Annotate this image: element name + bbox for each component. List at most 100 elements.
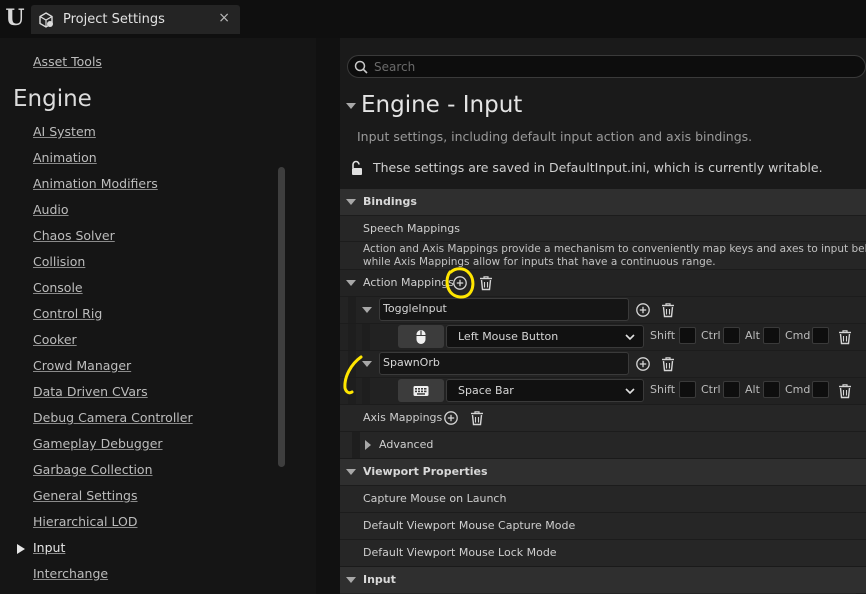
property-label: Advanced (379, 438, 434, 451)
modifier-label: Alt (745, 329, 760, 342)
sidebar-item[interactable]: Data Driven CVars (33, 384, 148, 399)
add-axis-mapping-icon[interactable] (443, 410, 459, 426)
close-icon[interactable]: × (218, 10, 230, 26)
sidebar-item[interactable]: Console (33, 280, 83, 295)
indent-guide (352, 432, 360, 459)
collapse-category-icon[interactable] (346, 199, 356, 205)
key-selector-button[interactable] (398, 379, 444, 402)
key-dropdown[interactable]: Left Mouse Button (446, 325, 644, 348)
modifier-label: Alt (745, 383, 760, 396)
trash-icon[interactable] (837, 383, 853, 399)
action-name-field[interactable] (379, 352, 629, 375)
indent-guide (348, 378, 356, 405)
search-box[interactable] (347, 55, 866, 78)
indent-guide (348, 297, 356, 324)
settings-cube-icon (39, 12, 53, 28)
sidebar-item[interactable]: Garbage Collection (33, 462, 153, 477)
unlock-icon (352, 160, 362, 175)
add-action-mapping-icon[interactable] (452, 275, 468, 291)
trash-icon[interactable] (469, 410, 485, 426)
modifier-label: Shift (650, 383, 676, 396)
shift-checkbox[interactable] (679, 327, 696, 344)
sidebar-item[interactable]: Hierarchical LOD (33, 514, 137, 529)
category-viewport-properties[interactable]: Viewport Properties (340, 458, 866, 485)
property-label: Default Viewport Mouse Lock Mode (363, 546, 557, 559)
sidebar-item[interactable]: Animation Modifiers (33, 176, 158, 191)
trash-icon[interactable] (660, 356, 676, 372)
collapse-category-icon[interactable] (346, 577, 356, 583)
sidebar-item[interactable]: Control Rig (33, 306, 102, 321)
trash-icon[interactable] (478, 275, 494, 291)
alt-checkbox[interactable] (763, 327, 780, 344)
action-name-input[interactable] (383, 302, 613, 315)
unreal-logo: U (5, 5, 25, 31)
sidebar-heading-engine: Engine (13, 86, 92, 112)
search-input[interactable] (374, 58, 854, 75)
collapse-category-icon[interactable] (346, 469, 356, 475)
property-row[interactable]: Capture Mouse on Launch (340, 485, 866, 512)
ctrl-checkbox[interactable] (723, 381, 740, 398)
description-line: while Axis Mappings allow for inputs tha… (363, 256, 716, 268)
panel-splitter[interactable] (316, 38, 340, 594)
sidebar-item[interactable]: Audio (33, 202, 69, 217)
active-item-arrow-icon (17, 544, 25, 554)
selected-key: Left Mouse Button (458, 330, 559, 343)
collapse-action-mappings-icon[interactable] (346, 280, 356, 286)
advanced-row[interactable]: Advanced (340, 431, 866, 459)
add-key-icon[interactable] (635, 356, 651, 372)
property-label: Axis Mappings (363, 411, 443, 424)
ctrl-checkbox[interactable] (723, 327, 740, 344)
action-mappings-row: Action Mappings (340, 269, 866, 296)
action-name-input[interactable] (383, 356, 613, 369)
sidebar-item[interactable]: Crowd Manager (33, 358, 131, 373)
collapse-action-icon[interactable] (362, 361, 372, 367)
indent-guide (362, 378, 370, 405)
collapse-section-icon[interactable] (346, 103, 356, 109)
sidebar-item[interactable]: Cooker (33, 332, 77, 347)
section-title: Engine - Input (361, 92, 523, 118)
alt-checkbox[interactable] (763, 381, 780, 398)
chevron-down-icon (625, 388, 635, 395)
project-settings-tab[interactable]: Project Settings × (31, 5, 240, 34)
sidebar-item[interactable]: Interchange (33, 566, 108, 581)
sidebar-item[interactable]: Animation (33, 150, 97, 165)
trash-icon[interactable] (837, 329, 853, 345)
cmd-checkbox[interactable] (812, 327, 829, 344)
chevron-down-icon (625, 334, 635, 341)
keyboard-icon (413, 386, 429, 396)
collapse-action-icon[interactable] (362, 307, 372, 313)
axis-mappings-row: Axis Mappings (340, 404, 866, 431)
cmd-checkbox[interactable] (812, 381, 829, 398)
trash-icon[interactable] (660, 302, 676, 318)
tab-title: Project Settings (63, 12, 165, 27)
mappings-description: Action and Axis Mappings provide a mecha… (340, 241, 866, 270)
indent-guide (362, 324, 370, 351)
sidebar-item-input[interactable]: Input (33, 540, 65, 555)
action-name-field[interactable] (379, 298, 629, 321)
category-bindings[interactable]: Bindings (340, 188, 866, 215)
description-line: Action and Axis Mappings provide a mecha… (363, 243, 866, 255)
sidebar-item[interactable]: Debug Camera Controller (33, 410, 193, 425)
mouse-icon (416, 330, 426, 344)
save-status-note: These settings are saved in DefaultInput… (373, 160, 823, 175)
sidebar-item-asset-tools[interactable]: Asset Tools (33, 54, 102, 69)
shift-checkbox[interactable] (679, 381, 696, 398)
sidebar-item[interactable]: Chaos Solver (33, 228, 115, 243)
modifier-label: Cmd (785, 329, 811, 342)
category-label: Input (363, 573, 396, 586)
expand-advanced-icon[interactable] (365, 440, 371, 450)
sidebar-item[interactable]: General Settings (33, 488, 138, 503)
sidebar-scrollbar[interactable] (278, 167, 285, 467)
key-selector-button[interactable] (398, 325, 444, 348)
key-dropdown[interactable]: Space Bar (446, 379, 644, 402)
sidebar-item[interactable]: Gameplay Debugger (33, 436, 163, 451)
speech-mappings-row[interactable]: Speech Mappings (340, 215, 866, 242)
sidebar-item[interactable]: AI System (33, 124, 96, 139)
property-row[interactable]: Default Viewport Mouse Lock Mode (340, 539, 866, 566)
add-key-icon[interactable] (635, 302, 651, 318)
category-input[interactable]: Input (340, 566, 866, 593)
category-label: Viewport Properties (363, 465, 488, 478)
modifier-label: Cmd (785, 383, 811, 396)
sidebar-item[interactable]: Collision (33, 254, 85, 269)
property-row[interactable]: Default Viewport Mouse Capture Mode (340, 512, 866, 539)
